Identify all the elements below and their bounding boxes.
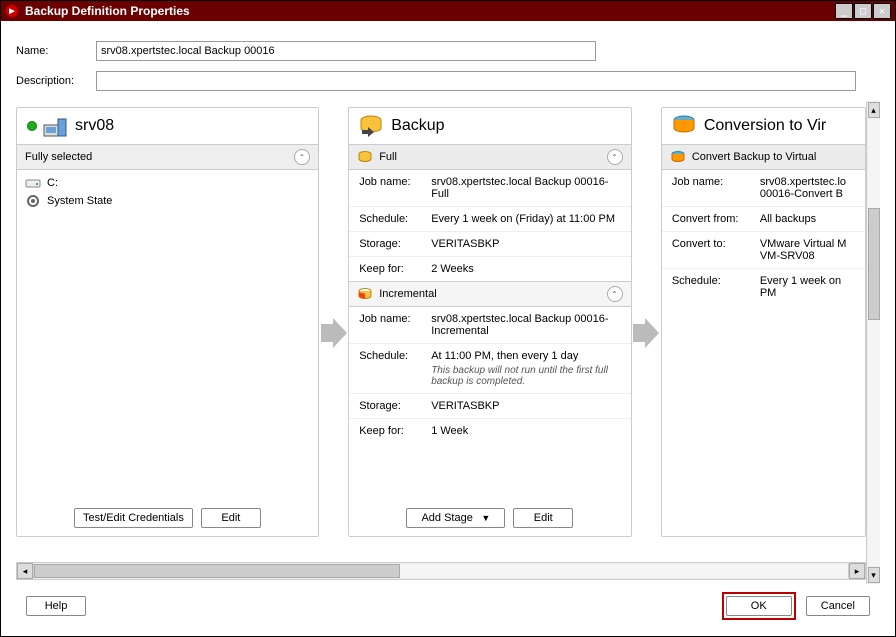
prop-label: Convert from:	[672, 213, 760, 225]
collapse-icon[interactable]: ⌃	[294, 149, 310, 165]
arrow-icon	[319, 318, 348, 348]
scroll-thumb[interactable]	[34, 564, 400, 578]
add-stage-button[interactable]: Add Stage	[406, 508, 505, 528]
prop-value: Every 1 week on PM	[760, 275, 855, 299]
prop-label: Keep for:	[359, 263, 431, 275]
backup-title: Backup	[391, 117, 444, 135]
scroll-down-button[interactable]: ▾	[868, 567, 880, 583]
scroll-right-button[interactable]: ▸	[849, 563, 865, 579]
backup-edit-button[interactable]: Edit	[513, 508, 573, 528]
status-online-icon	[27, 121, 37, 131]
convert-stage-icon	[670, 149, 686, 165]
source-panel: srv08 Fully selected ⌃	[16, 107, 319, 537]
prop-label: Convert to:	[672, 238, 760, 262]
window: Backup Definition Properties _ □ ✕ Name:…	[0, 0, 896, 637]
prop-value: VMware Virtual M VM-SRV08	[760, 238, 855, 262]
backup-icon	[359, 114, 383, 138]
minimize-button[interactable]: _	[835, 3, 853, 19]
server-icon	[43, 114, 67, 138]
window-title: Backup Definition Properties	[25, 4, 190, 18]
drive-icon	[25, 176, 41, 190]
backup-panel: Backup Full ⌃	[348, 107, 631, 537]
prop-value: Every 1 week on (Friday) at 11:00 PM	[431, 213, 620, 225]
name-label: Name:	[16, 45, 96, 57]
prop-value: srv08.xpertstec.local Backup 00016-Full	[431, 176, 620, 200]
full-backup-icon	[357, 149, 373, 165]
stage-header-incremental[interactable]: Incremental ⌃	[349, 282, 630, 307]
stage-name: Convert Backup to Virtual	[692, 151, 817, 163]
tree-item-c[interactable]: C:	[25, 174, 310, 192]
titlebar: Backup Definition Properties _ □ ✕	[1, 1, 895, 21]
cancel-button[interactable]: Cancel	[806, 596, 870, 616]
stage-name: Full	[379, 151, 397, 163]
prop-label: Job name:	[672, 176, 760, 200]
arrow-icon	[632, 318, 661, 348]
ok-highlight: OK	[722, 592, 796, 620]
prop-label: Keep for:	[359, 425, 431, 437]
prop-value: 1 Week	[431, 425, 620, 437]
stage-header-full[interactable]: Full ⌃	[349, 145, 630, 170]
collapse-icon[interactable]: ⌃	[607, 149, 623, 165]
source-edit-button[interactable]: Edit	[201, 508, 261, 528]
convert-title: Conversion to Vir	[704, 117, 826, 135]
prop-label: Schedule:	[672, 275, 760, 299]
prop-label: Storage:	[359, 238, 431, 250]
server-name: srv08	[75, 117, 114, 135]
tree-item-label: C:	[47, 177, 58, 189]
stage-name: Incremental	[379, 288, 436, 300]
prop-label: Schedule:	[359, 350, 431, 387]
prop-value: VERITASBKP	[431, 400, 620, 412]
horizontal-scrollbar[interactable]: ◂ ▸	[16, 562, 866, 580]
scroll-thumb[interactable]	[868, 208, 880, 320]
schedule-note: This backup will not run until the first…	[431, 365, 620, 387]
content: Name: Description: srv08	[1, 21, 895, 636]
prop-value: All backups	[760, 213, 855, 225]
prop-label: Schedule:	[359, 213, 431, 225]
vertical-scrollbar[interactable]: ▴ ▾	[866, 101, 880, 584]
prop-value: VERITASBKP	[431, 238, 620, 250]
convert-icon	[672, 114, 696, 138]
description-input[interactable]	[96, 71, 856, 91]
prop-label: Job name:	[359, 313, 431, 337]
close-button[interactable]: ✕	[873, 3, 891, 19]
collapse-icon[interactable]: ⌃	[607, 286, 623, 302]
maximize-button[interactable]: □	[854, 3, 872, 19]
prop-value: At 11:00 PM, then every 1 dayThis backup…	[431, 350, 620, 387]
test-edit-credentials-button[interactable]: Test/Edit Credentials	[74, 508, 193, 528]
prop-value: srv08.xpertstec.lo 00016-Convert B	[760, 176, 855, 200]
tree-group-label: Fully selected	[25, 151, 92, 163]
prop-value: srv08.xpertstec.local Backup 00016-Incre…	[431, 313, 620, 337]
description-label: Description:	[16, 75, 96, 87]
tree-group-header[interactable]: Fully selected ⌃	[17, 145, 318, 170]
stage-header-convert[interactable]: Convert Backup to Virtual	[662, 145, 865, 170]
name-input[interactable]	[96, 41, 596, 61]
help-button[interactable]: Help	[26, 596, 86, 616]
scroll-left-button[interactable]: ◂	[17, 563, 33, 579]
ok-button[interactable]: OK	[726, 596, 792, 616]
prop-value: 2 Weeks	[431, 263, 620, 275]
incremental-backup-icon	[357, 286, 373, 302]
prop-label: Job name:	[359, 176, 431, 200]
scroll-up-button[interactable]: ▴	[868, 102, 880, 118]
gear-icon	[25, 194, 41, 208]
app-icon	[5, 4, 19, 18]
prop-label: Storage:	[359, 400, 431, 412]
tree-item-systemstate[interactable]: System State	[25, 192, 310, 210]
tree-item-label: System State	[47, 195, 112, 207]
convert-panel: Conversion to Vir Convert Backup to Virt…	[661, 107, 866, 537]
